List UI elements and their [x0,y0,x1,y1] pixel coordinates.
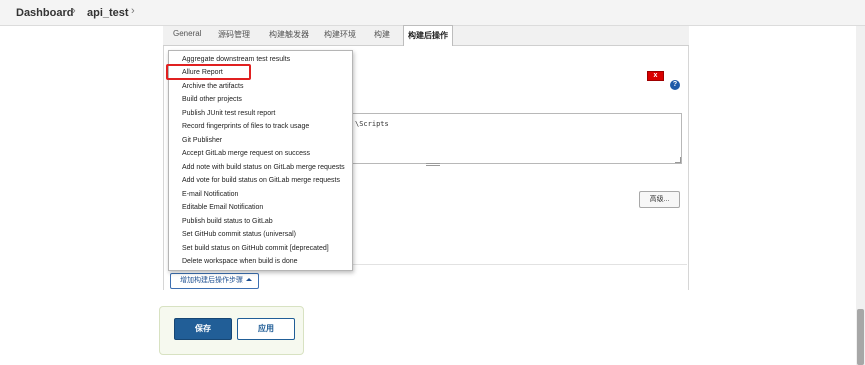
breadcrumb-dashboard[interactable]: Dashboard [16,7,73,19]
tab-build-env[interactable]: 构建环境 [324,29,356,40]
tab-build-triggers[interactable]: 构建触发器 [269,29,309,40]
menu-item[interactable]: Add note with build status on GitLab mer… [182,164,345,171]
post-build-step-menu: Aggregate downstream test results Allure… [168,50,353,271]
resize-handle[interactable] [426,163,440,166]
menu-item[interactable]: Add vote for build status on GitLab merg… [182,177,340,184]
caret-up-icon [246,278,252,281]
menu-item[interactable]: Delete workspace when build is done [182,258,298,265]
menu-item[interactable]: Build other projects [182,96,242,103]
menu-item[interactable]: Record fingerprints of files to track us… [182,123,309,130]
tab-source-code[interactable]: 源码管理 [218,29,250,40]
add-post-build-step-label: 增加构建后操作步骤 [180,277,243,284]
config-tabs: General 源码管理 构建触发器 构建环境 构建 构建后操作 [163,25,689,46]
tab-build[interactable]: 构建 [374,29,390,40]
script-textarea[interactable]: \Scripts [343,113,682,164]
menu-item[interactable]: Publish JUnit test result report [182,110,275,117]
menu-item[interactable]: Set build status on GitHub commit [depre… [182,245,329,252]
delete-step-button[interactable]: x [647,71,664,81]
breadcrumb-api-test[interactable]: api_test [87,7,129,19]
save-button[interactable]: 保存 [174,318,232,340]
breadcrumb: Dashboard › api_test › [0,0,865,26]
menu-item[interactable]: Set GitHub commit status (universal) [182,231,296,238]
menu-item[interactable]: Editable Email Notification [182,204,263,211]
scrollbar-thumb[interactable] [857,309,864,365]
menu-item[interactable]: Archive the artifacts [182,83,243,90]
menu-item[interactable]: Aggregate downstream test results [182,56,290,63]
add-post-build-step-button[interactable]: 增加构建后操作步骤 [170,273,259,289]
help-icon[interactable]: ? [670,80,680,90]
chevron-right-icon: › [72,5,76,17]
apply-button[interactable]: 应用 [237,318,295,340]
tab-post-build[interactable]: 构建后操作 [403,25,453,46]
highlight-box [166,64,251,80]
tab-general[interactable]: General [173,29,201,38]
advanced-button[interactable]: 高级... [639,191,680,208]
menu-item[interactable]: Accept GitLab merge request on success [182,150,310,157]
chevron-right-icon[interactable]: › [131,5,135,17]
menu-item[interactable]: Publish build status to GitLab [182,218,273,225]
menu-item[interactable]: E-mail Notification [182,191,238,198]
menu-item[interactable]: Git Publisher [182,137,222,144]
resize-corner-icon[interactable] [675,157,681,163]
